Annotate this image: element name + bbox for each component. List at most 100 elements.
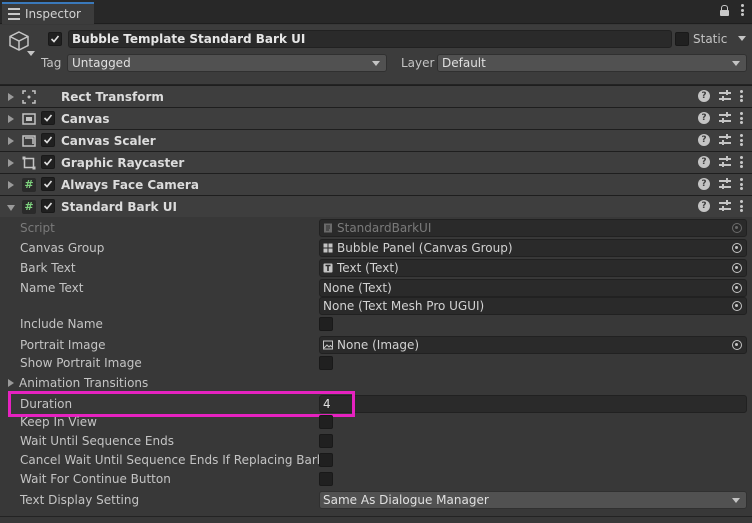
foldout-arrow-icon[interactable] bbox=[8, 115, 14, 123]
component-graphic-raycaster[interactable]: Graphic Raycaster ? bbox=[0, 151, 752, 173]
help-icon[interactable]: ? bbox=[698, 200, 710, 212]
component-canvas[interactable]: Canvas ? bbox=[0, 107, 752, 129]
property-keep-in-view: Keep In View bbox=[0, 413, 752, 432]
component-menu-icon[interactable] bbox=[740, 134, 743, 146]
canvas-icon bbox=[22, 113, 36, 125]
component-tools: ? bbox=[698, 134, 743, 146]
component-menu-icon[interactable] bbox=[740, 112, 743, 124]
foldout-arrow-icon[interactable] bbox=[8, 137, 14, 145]
name-text-field[interactable]: None (Text) bbox=[319, 279, 747, 297]
property-show-portrait: Show Portrait Image bbox=[0, 354, 752, 373]
image-component-icon bbox=[323, 340, 333, 350]
canvas-group-field[interactable]: Bubble Panel (Canvas Group) bbox=[319, 239, 747, 257]
cancel-wait-checkbox[interactable] bbox=[319, 453, 333, 467]
presets-icon[interactable] bbox=[719, 112, 731, 124]
static-label: Static bbox=[693, 32, 728, 46]
component-menu-icon[interactable] bbox=[740, 200, 743, 212]
gameobject-active-checkbox[interactable] bbox=[48, 32, 62, 46]
more-options-icon[interactable] bbox=[741, 4, 744, 16]
foldout-arrow-icon[interactable] bbox=[8, 93, 14, 101]
property-portrait-image: Portrait Image None (Image) bbox=[0, 336, 752, 355]
component-enabled-checkbox[interactable] bbox=[41, 111, 55, 125]
component-canvas-scaler[interactable]: Canvas Scaler ? bbox=[0, 129, 752, 151]
static-dropdown-arrow-icon[interactable] bbox=[738, 36, 746, 41]
help-icon[interactable]: ? bbox=[698, 90, 710, 102]
property-include-name: Include Name bbox=[0, 315, 752, 334]
bark-text-field[interactable]: Text (Text) bbox=[319, 259, 747, 277]
component-tools: ? bbox=[698, 112, 743, 124]
help-icon[interactable]: ? bbox=[698, 112, 710, 124]
presets-icon[interactable] bbox=[719, 156, 731, 168]
object-picker-icon bbox=[732, 223, 742, 233]
component-title: Canvas bbox=[61, 112, 110, 126]
static-checkbox[interactable] bbox=[675, 32, 689, 46]
presets-icon[interactable] bbox=[719, 178, 731, 190]
property-cancel-wait: Cancel Wait Until Sequence Ends If Repla… bbox=[0, 451, 752, 470]
presets-icon[interactable] bbox=[719, 134, 731, 146]
property-script: Script StandardBarkUI bbox=[0, 219, 752, 238]
component-always-face-camera[interactable]: # Always Face Camera ? bbox=[0, 173, 752, 195]
component-title: Rect Transform bbox=[61, 90, 164, 104]
help-icon[interactable]: ? bbox=[698, 156, 710, 168]
component-menu-icon[interactable] bbox=[740, 178, 743, 190]
layer-dropdown[interactable]: Default bbox=[437, 54, 747, 72]
tab-inspector[interactable]: Inspector bbox=[2, 2, 94, 24]
component-tools: ? bbox=[698, 156, 743, 168]
gameobject-cube-icon[interactable] bbox=[8, 30, 30, 52]
inspector-icon bbox=[8, 8, 20, 20]
include-name-checkbox[interactable] bbox=[319, 317, 333, 331]
lock-icon[interactable] bbox=[720, 4, 729, 16]
object-picker-icon[interactable] bbox=[732, 263, 742, 273]
property-bark-text: Bark Text Text (Text) bbox=[0, 259, 752, 278]
property-canvas-group: Canvas Group Bubble Panel (Canvas Group) bbox=[0, 239, 752, 258]
layer-label: Layer bbox=[401, 56, 435, 70]
component-tools: ? bbox=[698, 200, 743, 212]
component-rect-transform[interactable]: Rect Transform ? bbox=[0, 85, 752, 107]
object-picker-icon[interactable] bbox=[732, 301, 742, 311]
component-menu-icon[interactable] bbox=[740, 156, 743, 168]
component-enabled-checkbox[interactable] bbox=[41, 199, 55, 213]
object-picker-icon[interactable] bbox=[732, 283, 742, 293]
canvas-group-icon bbox=[323, 243, 333, 253]
rect-transform-icon bbox=[22, 90, 36, 104]
property-label: Bark Text bbox=[20, 261, 76, 275]
component-standard-bark-ui[interactable]: # Standard Bark UI ? bbox=[0, 195, 752, 217]
presets-icon[interactable] bbox=[719, 90, 731, 102]
foldout-expanded-arrow-icon[interactable] bbox=[7, 205, 15, 211]
name-text-value: None (Text) bbox=[323, 281, 392, 295]
component-enabled-checkbox[interactable] bbox=[41, 133, 55, 147]
wait-for-continue-checkbox[interactable] bbox=[319, 472, 333, 486]
property-label[interactable]: Animation Transitions bbox=[19, 376, 148, 390]
component-enabled-checkbox[interactable] bbox=[41, 155, 55, 169]
property-name-text: Name Text None (Text) bbox=[0, 279, 752, 298]
component-menu-icon[interactable] bbox=[740, 90, 743, 102]
presets-icon[interactable] bbox=[719, 200, 731, 212]
tab-bar-tools bbox=[720, 4, 744, 16]
foldout-arrow-icon[interactable] bbox=[8, 159, 14, 167]
text-display-setting-dropdown[interactable]: Same As Dialogue Manager bbox=[319, 491, 747, 509]
divider bbox=[0, 516, 752, 517]
property-label: Script bbox=[20, 221, 55, 235]
portrait-image-field[interactable]: None (Image) bbox=[319, 336, 747, 354]
gameobject-name-field[interactable]: Bubble Template Standard Bark UI bbox=[68, 30, 672, 48]
tag-dropdown[interactable]: Untagged bbox=[67, 54, 387, 72]
property-label: Wait For Continue Button bbox=[20, 472, 171, 486]
property-label: Include Name bbox=[20, 317, 103, 331]
component-enabled-checkbox[interactable] bbox=[41, 177, 55, 191]
help-icon[interactable]: ? bbox=[698, 178, 710, 190]
portrait-image-value: None (Image) bbox=[337, 338, 420, 352]
property-wait-until-sequence-ends: Wait Until Sequence Ends bbox=[0, 432, 752, 451]
object-picker-icon[interactable] bbox=[732, 340, 742, 350]
help-icon[interactable]: ? bbox=[698, 134, 710, 146]
foldout-arrow-icon[interactable] bbox=[8, 181, 14, 189]
foldout-arrow-icon[interactable] bbox=[8, 379, 14, 387]
component-title: Canvas Scaler bbox=[61, 134, 156, 148]
wait-until-sequence-ends-checkbox[interactable] bbox=[319, 434, 333, 448]
object-picker-icon[interactable] bbox=[732, 243, 742, 253]
name-text-tmp-field[interactable]: None (Text Mesh Pro UGUI) bbox=[319, 297, 747, 315]
show-portrait-checkbox[interactable] bbox=[319, 356, 333, 370]
keep-in-view-checkbox[interactable] bbox=[319, 415, 333, 429]
script-icon: # bbox=[22, 178, 36, 192]
duration-input[interactable]: 4 bbox=[319, 395, 747, 413]
icon-dropdown-arrow-icon[interactable] bbox=[27, 51, 35, 56]
